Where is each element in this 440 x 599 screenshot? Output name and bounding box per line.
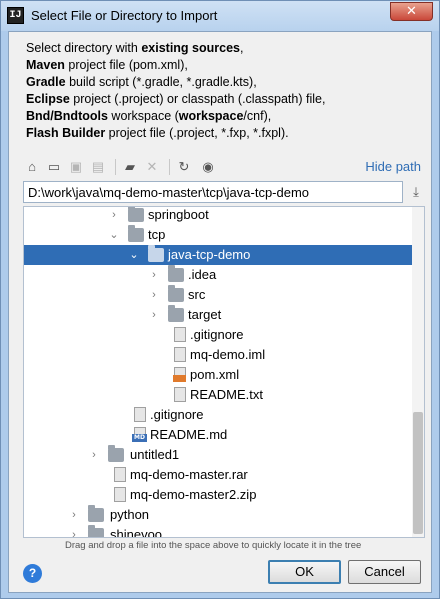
folder-icon	[168, 305, 184, 322]
tree-row-label: springboot	[148, 207, 209, 222]
help-icon[interactable]: ?	[23, 564, 42, 583]
chevron-right-icon[interactable]: ›	[148, 285, 160, 305]
dialog-window: IJ Select File or Directory to Import ✕ …	[0, 0, 440, 599]
path-input[interactable]: D:\work\java\mq-demo-master\tcp\java-tcp…	[23, 181, 403, 203]
tree-row-label: mq-demo-master2.zip	[130, 487, 257, 502]
tree-row-label: mq-demo.iml	[190, 347, 266, 362]
scrollbar-thumb[interactable]	[413, 412, 423, 534]
delete-icon[interactable]: ✕	[143, 158, 161, 176]
tree-scrollbar[interactable]	[412, 207, 424, 537]
chevron-right-icon[interactable]: ›	[148, 305, 160, 325]
tree-row-springboot[interactable]: › springboot	[24, 207, 412, 225]
folder-icon	[128, 225, 144, 242]
tree-row-zip[interactable]: mq-demo-master2.zip	[24, 485, 412, 505]
tree-row-label: .idea	[188, 267, 217, 282]
toolbar-divider	[115, 159, 116, 175]
tree-row-label: pom.xml	[190, 367, 240, 382]
description-text: Select directory with existing sources, …	[26, 40, 325, 142]
title-bar[interactable]: IJ Select File or Directory to Import ✕	[1, 1, 439, 31]
window-title: Select File or Directory to Import	[31, 8, 218, 23]
archive-file-icon	[114, 467, 126, 482]
tree-row-label: tcp	[148, 227, 166, 242]
home-icon[interactable]: ⌂	[23, 158, 41, 176]
tree-row-readme-md[interactable]: MD README.md	[24, 425, 412, 445]
tree-row-label: untitled1	[130, 447, 180, 462]
hide-path-link[interactable]: Hide path	[365, 159, 421, 174]
description-line: Gradle build script (*.gradle, *.gradle.…	[26, 75, 257, 89]
text-file-icon	[174, 387, 186, 402]
dialog-content: Select directory with existing sources, …	[8, 31, 432, 593]
chevron-right-icon[interactable]: ›	[148, 265, 160, 285]
tree-row-python[interactable]: › python	[24, 505, 412, 525]
folder-icon	[148, 245, 164, 262]
close-button[interactable]: ✕	[390, 2, 433, 21]
tree-row-rar[interactable]: mq-demo-master.rar	[24, 465, 412, 485]
folder-icon	[128, 207, 144, 222]
tree-row-tcp[interactable]: ⌄ tcp	[24, 225, 412, 245]
description-line: Flash Builder project file (.project, *.…	[26, 126, 289, 140]
tree-row-label: README.md	[150, 427, 228, 442]
chevron-right-icon[interactable]: ›	[88, 445, 100, 465]
tree-row-readme-txt[interactable]: README.txt	[24, 385, 412, 405]
tree-row-label: mq-demo-master.rar	[130, 467, 248, 482]
new-folder-icon[interactable]: ▰	[121, 158, 139, 176]
tree-row-label: README.txt	[190, 387, 263, 402]
tree-row-gitignore-root[interactable]: .gitignore	[24, 405, 412, 425]
intellij-app-icon: IJ	[7, 7, 24, 24]
description-line: Eclipse project (.project) or classpath …	[26, 92, 326, 106]
chevron-down-icon[interactable]: ⌄	[128, 245, 140, 265]
description-line: Bnd/Bndtools workspace (workspace/cnf),	[26, 109, 272, 123]
chevron-right-icon[interactable]: ›	[68, 505, 80, 525]
tree-row-untitled1[interactable]: › untitled1	[24, 445, 412, 465]
archive-file-icon	[114, 487, 126, 502]
tree-row-mq-demo-iml[interactable]: mq-demo.iml	[24, 345, 412, 365]
tree-row-gitignore[interactable]: .gitignore	[24, 325, 412, 345]
folder-icon	[168, 265, 184, 282]
toolbar-divider	[169, 159, 170, 175]
chevron-down-icon[interactable]: ⌄	[108, 225, 120, 245]
folder-icon	[88, 505, 104, 522]
xml-badge-icon	[173, 375, 186, 382]
module-file-icon	[174, 347, 186, 362]
file-tree[interactable]: › springboot ⌄ tcp ⌄ java-tcp-demo › .id…	[23, 206, 425, 538]
folder-icon	[168, 285, 184, 302]
folder-icon	[108, 445, 124, 462]
tree-row-label: python	[110, 507, 150, 522]
ok-button[interactable]: OK	[268, 560, 341, 584]
folder-icon	[88, 525, 104, 537]
tree-row-label: .gitignore	[150, 407, 204, 422]
chevron-right-icon[interactable]: ›	[68, 525, 80, 537]
tree-row-label: src	[188, 287, 206, 302]
ignored-file-icon	[174, 327, 186, 342]
show-hidden-icon[interactable]: ◉	[199, 158, 217, 176]
description-line: Maven project file (pom.xml),	[26, 58, 188, 72]
tree-row-java-tcp-demo[interactable]: ⌄ java-tcp-demo	[24, 245, 412, 265]
markdown-badge-icon: MD	[132, 434, 147, 442]
file-chooser-toolbar: ⌂ ▭ ▣ ▤ ▰ ✕ ↻ ◉ Hide path	[23, 156, 423, 178]
chevron-right-icon[interactable]: ›	[108, 207, 120, 225]
cancel-button[interactable]: Cancel	[348, 560, 421, 584]
tree-row-label: shinevoo	[110, 527, 163, 538]
tree-row-target[interactable]: › target	[24, 305, 412, 325]
tree-row-src[interactable]: › src	[24, 285, 412, 305]
module-icon[interactable]: ▤	[89, 158, 107, 176]
drag-drop-hint: Drag and drop a file into the space abov…	[65, 540, 362, 551]
tree-row-pom-xml[interactable]: pom.xml	[24, 365, 412, 385]
description-line: Select directory with existing sources,	[26, 41, 244, 55]
download-path-icon[interactable]: ⤓	[407, 183, 425, 201]
tree-row-shinevoo[interactable]: › shinevoo	[24, 525, 412, 538]
tree-row-label: java-tcp-demo	[168, 247, 251, 262]
refresh-icon[interactable]: ↻	[175, 158, 193, 176]
tree-row-idea[interactable]: › .idea	[24, 265, 412, 285]
tree-row-label: target	[188, 307, 222, 322]
project-icon[interactable]: ▣	[67, 158, 85, 176]
ignored-file-icon	[134, 407, 146, 422]
tree-row-label: .gitignore	[190, 327, 244, 342]
desktop-icon[interactable]: ▭	[45, 158, 63, 176]
